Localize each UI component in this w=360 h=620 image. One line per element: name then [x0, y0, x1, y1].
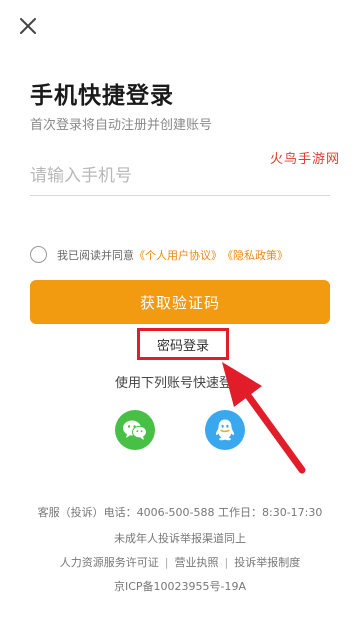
hr-license-link[interactable]: 人力资源服务许可证 [60, 556, 159, 569]
page-title: 手机快捷登录 [30, 83, 174, 109]
minor-report-text: 未成年人投诉举报渠道同上 [114, 532, 246, 545]
wechat-icon [123, 420, 147, 440]
privacy-policy-link[interactable]: 《隐私政策》 [222, 247, 288, 263]
phone-input[interactable] [30, 156, 330, 196]
close-button[interactable] [14, 12, 42, 40]
business-license-link[interactable]: 营业执照 [175, 556, 219, 569]
icp-text: 京ICP备10023955号-19A [113, 580, 247, 593]
close-icon [20, 18, 36, 34]
footer-separator: | [164, 556, 169, 569]
qq-icon [215, 419, 235, 441]
password-login-label: 密码登录 [156, 338, 209, 354]
password-login-button[interactable]: 密码登录 [137, 328, 229, 360]
get-code-button[interactable]: 获取验证码 [30, 280, 330, 324]
other-login-title: 使用下列账号快速登录 [114, 376, 245, 391]
wechat-login-button[interactable] [115, 410, 155, 450]
agreement-prefix: 我已阅读并同意 [57, 248, 134, 262]
agreement-checkbox[interactable] [30, 246, 47, 263]
customer-service-text: 客服（投诉）电话：4006-500-588 工作日：8:30-17:30 [37, 506, 323, 519]
qq-login-button[interactable] [205, 410, 245, 450]
footer-separator: | [224, 556, 229, 569]
footer-links: 人力资源服务许可证 | 营业执照 | 投诉举报制度 [0, 554, 360, 570]
page-subtitle: 首次登录将自动注册并创建账号 [30, 118, 213, 133]
user-agreement-link[interactable]: 《个人用户协议》 [134, 247, 222, 263]
complaint-policy-link[interactable]: 投诉举报制度 [234, 556, 300, 569]
login-page: 手机快捷登录 首次登录将自动注册并创建账号 火鸟手游网 我已阅读并同意 《个人用… [0, 0, 360, 620]
agreement-row: 我已阅读并同意 《个人用户协议》 《隐私政策》 [30, 246, 288, 263]
